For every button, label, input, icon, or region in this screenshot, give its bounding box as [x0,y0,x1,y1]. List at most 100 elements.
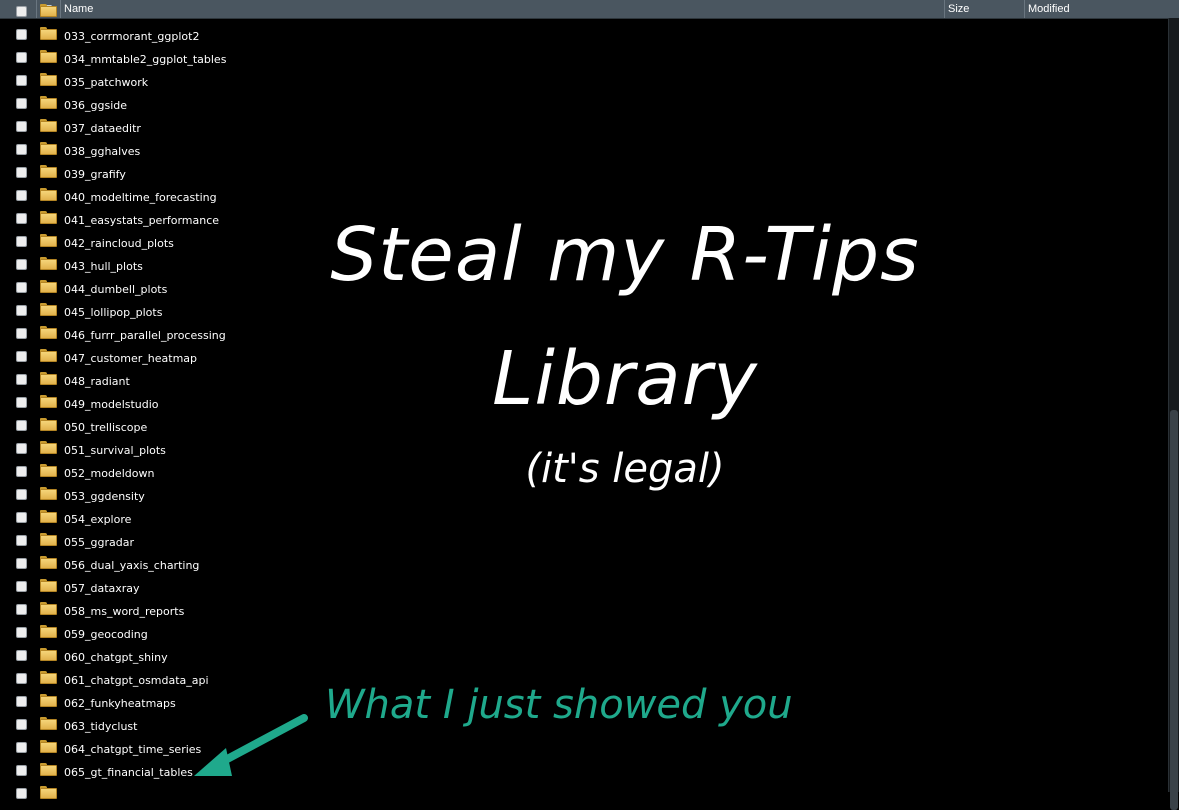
row-checkbox[interactable] [16,305,27,316]
row-checkbox[interactable] [16,52,27,63]
file-name-link[interactable]: 034_mmtable2_ggplot_tables [64,47,226,70]
row-checkbox[interactable] [16,765,27,776]
file-name-link[interactable]: 036_ggside [64,93,127,116]
row-checkbox[interactable] [16,719,27,730]
file-row[interactable]: 040_modeltime_forecasting [0,185,400,208]
vertical-scrollbar[interactable] [1168,18,1179,810]
file-name-link[interactable]: 040_modeltime_forecasting [64,185,217,208]
file-name-link[interactable]: 043_hull_plots [64,254,143,277]
file-name-link[interactable]: 050_trelliscope [64,415,147,438]
file-row[interactable]: 035_patchwork [0,70,400,93]
file-name-link[interactable]: 056_dual_yaxis_charting [64,553,199,576]
file-row[interactable]: 057_dataxray [0,576,400,599]
file-row[interactable]: 051_survival_plots [0,438,400,461]
row-checkbox[interactable] [16,98,27,109]
file-name-link[interactable]: 052_modeldown [64,461,154,484]
row-checkbox[interactable] [16,121,27,132]
row-checkbox[interactable] [16,397,27,408]
file-name-link[interactable]: 060_chatgpt_shiny [64,645,168,668]
folder-icon [40,234,57,247]
file-name-link[interactable]: 044_dumbell_plots [64,277,167,300]
row-checkbox[interactable] [16,144,27,155]
file-name-link[interactable]: 062_funkyheatmaps [64,691,176,714]
file-name-link[interactable]: 037_dataeditr [64,116,141,139]
row-checkbox[interactable] [16,420,27,431]
file-name-link[interactable]: 054_explore [64,507,131,530]
row-checkbox[interactable] [16,75,27,86]
file-name-link[interactable]: 035_patchwork [64,70,148,93]
file-name-link[interactable]: 057_dataxray [64,576,140,599]
file-name-link[interactable]: 033_corrmorant_ggplot2 [64,24,199,47]
row-checkbox[interactable] [16,535,27,546]
file-row[interactable]: 054_explore [0,507,400,530]
folder-icon [40,119,57,132]
file-row[interactable]: 053_ggdensity [0,484,400,507]
row-checkbox[interactable] [16,558,27,569]
row-checkbox[interactable] [16,489,27,500]
row-checkbox[interactable] [16,6,27,17]
row-checkbox[interactable] [16,259,27,270]
file-row[interactable] [0,783,400,806]
row-checkbox[interactable] [16,604,27,615]
file-row[interactable] [0,1,400,24]
file-row[interactable]: 056_dual_yaxis_charting [0,553,400,576]
file-name-link[interactable]: 061_chatgpt_osmdata_api [64,668,209,691]
row-checkbox[interactable] [16,512,27,523]
folder-icon [40,395,57,408]
row-checkbox[interactable] [16,29,27,40]
file-name-link[interactable]: 045_lollipop_plots [64,300,162,323]
scrollbar-thumb[interactable] [1170,410,1178,810]
row-checkbox[interactable] [16,282,27,293]
file-row[interactable]: 045_lollipop_plots [0,300,400,323]
row-checkbox[interactable] [16,673,27,684]
row-checkbox[interactable] [16,627,27,638]
row-checkbox[interactable] [16,236,27,247]
row-checkbox[interactable] [16,696,27,707]
folder-icon [40,694,57,707]
file-name-link[interactable]: 064_chatgpt_time_series [64,737,201,760]
file-name-link[interactable]: 055_ggradar [64,530,134,553]
file-row[interactable]: 058_ms_word_reports [0,599,400,622]
file-row[interactable]: 055_ggradar [0,530,400,553]
header-modified-column[interactable]: Modified [1024,0,1168,18]
file-name-link[interactable]: 042_raincloud_plots [64,231,174,254]
row-checkbox[interactable] [16,190,27,201]
row-checkbox[interactable] [16,213,27,224]
file-name-link[interactable]: 059_geocoding [64,622,148,645]
file-name-link[interactable]: 058_ms_word_reports [64,599,184,622]
folder-icon [40,717,57,730]
file-row[interactable]: 052_modeldown [0,461,400,484]
file-row[interactable]: 038_gghalves [0,139,400,162]
file-row[interactable]: 037_dataeditr [0,116,400,139]
folder-icon [40,648,57,661]
file-name-link[interactable]: 053_ggdensity [64,484,145,507]
file-name-link[interactable]: 047_customer_heatmap [64,346,197,369]
file-row[interactable]: 059_geocoding [0,622,400,645]
header-size-column[interactable]: Size [944,0,1024,18]
file-row[interactable]: 060_chatgpt_shiny [0,645,400,668]
row-checkbox[interactable] [16,167,27,178]
file-name-link[interactable]: 038_gghalves [64,139,140,162]
file-row[interactable]: 036_ggside [0,93,400,116]
folder-icon [40,96,57,109]
file-row[interactable]: 034_mmtable2_ggplot_tables [0,47,400,70]
row-checkbox[interactable] [16,351,27,362]
row-checkbox[interactable] [16,650,27,661]
row-checkbox[interactable] [16,581,27,592]
file-name-link[interactable]: 063_tidyclust [64,714,137,737]
file-name-link[interactable]: 048_radiant [64,369,130,392]
file-name-link[interactable]: 051_survival_plots [64,438,166,461]
file-row[interactable]: 033_corrmorant_ggplot2 [0,24,400,47]
file-name-link[interactable]: 065_gt_financial_tables [64,760,193,783]
file-name-link[interactable]: 039_grafify [64,162,126,185]
file-name-link[interactable]: 046_furrr_parallel_processing [64,323,226,346]
file-name-link[interactable]: 049_modelstudio [64,392,159,415]
row-checkbox[interactable] [16,788,27,799]
file-row[interactable]: 039_grafify [0,162,400,185]
file-name-link[interactable]: 041_easystats_performance [64,208,219,231]
row-checkbox[interactable] [16,466,27,477]
row-checkbox[interactable] [16,374,27,385]
row-checkbox[interactable] [16,328,27,339]
row-checkbox[interactable] [16,742,27,753]
row-checkbox[interactable] [16,443,27,454]
